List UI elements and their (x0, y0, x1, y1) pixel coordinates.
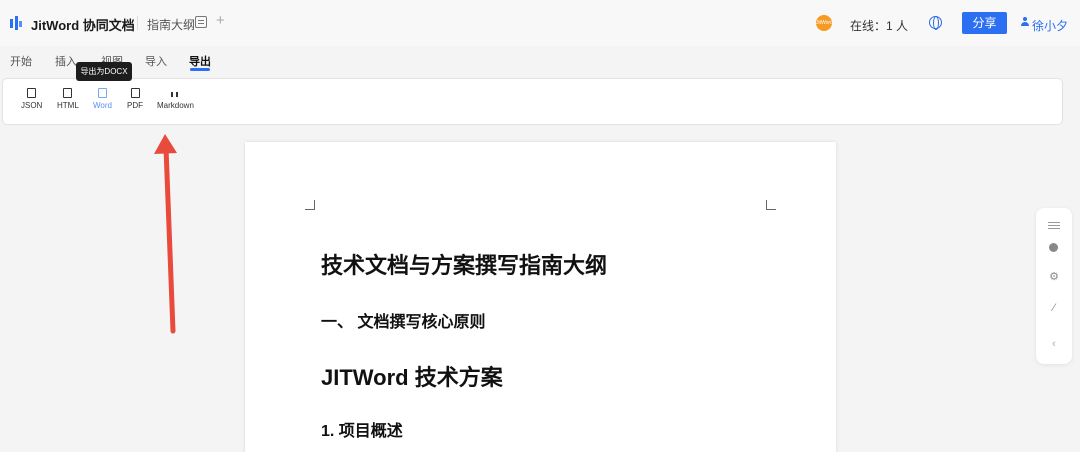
share-button[interactable]: 分享 (962, 12, 1007, 34)
export-word-button[interactable]: Word (93, 88, 112, 110)
export-markdown-button[interactable]: Markdown (157, 88, 194, 110)
app-title: JitWord 协同文档 (31, 18, 135, 33)
tab-insert[interactable]: 插入 (55, 53, 77, 69)
document-heading[interactable]: 技术文档与方案撰写指南大纲 (321, 248, 607, 280)
tooltip: 导出为DOCX (76, 62, 132, 81)
export-pdf-button[interactable]: PDF (127, 88, 143, 110)
export-word-label: Word (93, 101, 112, 110)
export-json-label: JSON (21, 101, 43, 110)
app-logo-icon (10, 16, 22, 30)
html-file-icon (63, 88, 73, 98)
online-count: 在线：1 人 (850, 19, 909, 33)
export-html-button[interactable]: HTML (57, 88, 79, 110)
user-icon (1020, 17, 1030, 27)
outline-icon[interactable] (195, 16, 207, 28)
document-heading[interactable]: JITWord 技术方案 (321, 360, 503, 392)
export-markdown-label: Markdown (157, 101, 194, 110)
menu-icon[interactable] (1048, 220, 1060, 232)
document-title[interactable]: 指南大纲 (147, 16, 195, 33)
tab-start[interactable]: 开始 (10, 53, 32, 69)
magic-wand-icon[interactable]: ⁄ (1048, 302, 1060, 314)
section-heading[interactable]: 1. 项目概述 (321, 417, 403, 441)
markdown-icon (170, 88, 180, 98)
page-corner-mark (766, 200, 776, 210)
settings-icon[interactable]: ⚙ (1048, 271, 1060, 283)
history-icon[interactable] (1049, 243, 1058, 252)
avatar[interactable]: JitWord (816, 15, 832, 31)
json-file-icon (27, 88, 37, 98)
tab-export[interactable]: 导出 (189, 53, 211, 69)
active-tab-indicator (190, 68, 210, 71)
document-page[interactable]: 技术文档与方案撰写指南大纲 一、 文档撰写核心原则 JITWord 技术方案 1… (245, 142, 836, 452)
page-corner-mark (305, 200, 315, 210)
pdf-file-icon (130, 88, 140, 98)
tab-import[interactable]: 导入 (145, 53, 167, 69)
collapse-icon[interactable]: ‹ (1048, 338, 1060, 350)
globe-icon[interactable] (929, 16, 942, 30)
section-heading[interactable]: 一、 文档撰写核心原则 (321, 308, 485, 332)
export-html-label: HTML (57, 101, 79, 110)
user-name[interactable]: 徐小夕 (1032, 17, 1068, 34)
header-divider (137, 16, 138, 30)
word-file-icon (97, 88, 107, 98)
top-header: JitWord 协同文档 指南大纲 + JitWord 在线：1 人 分享 徐小… (0, 0, 1080, 46)
export-json-button[interactable]: JSON (21, 88, 42, 110)
side-panel: ⚙ ⁄ ‹ (1036, 208, 1072, 364)
add-icon[interactable]: + (216, 12, 225, 29)
export-pdf-label: PDF (127, 101, 143, 110)
